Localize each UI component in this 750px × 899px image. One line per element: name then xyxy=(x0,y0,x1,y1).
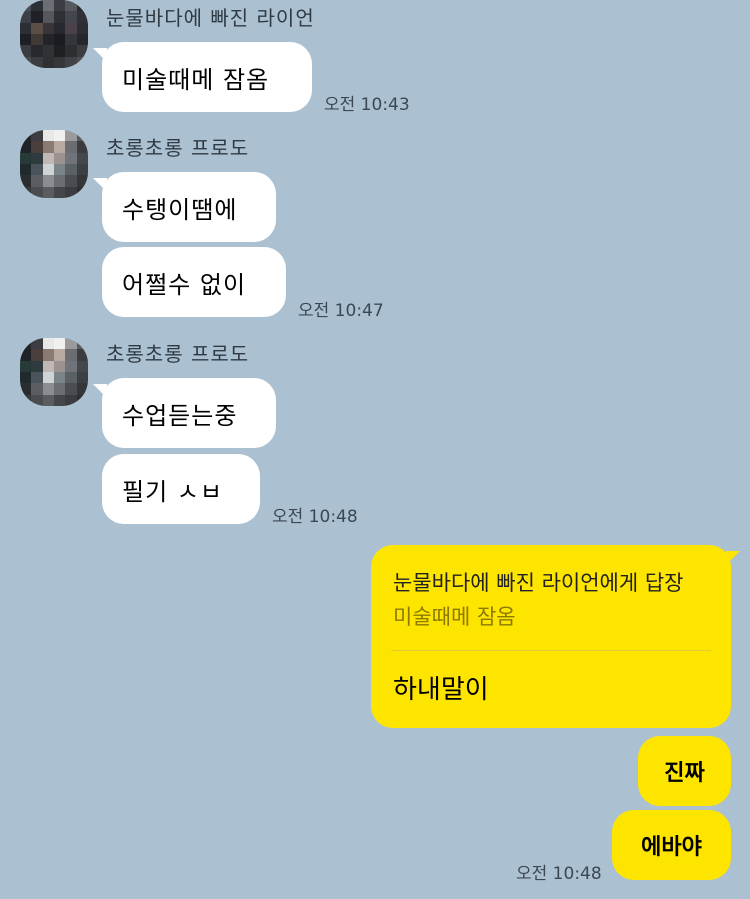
my-message-bubble[interactable]: 에바야 xyxy=(612,810,731,880)
my-message-bubble[interactable]: 진짜 xyxy=(638,736,731,806)
reply-bubble[interactable]: 눈물바다에 빠진 라이언에게 답장 미술때메 잠옴 하내말이 xyxy=(371,545,740,728)
message-time: 오전 10:48 xyxy=(272,507,358,527)
sender-name: 눈물바다에 빠진 라이언 xyxy=(106,6,315,30)
sender-name: 초롱초롱 프로도 xyxy=(106,342,250,366)
avatar[interactable] xyxy=(20,130,88,198)
message-bubble[interactable]: 수탱이땜에 xyxy=(93,172,276,242)
message-time: 오전 10:48 xyxy=(516,864,602,884)
avatar[interactable] xyxy=(20,0,88,68)
message-bubble[interactable]: 수업듣는중 xyxy=(93,378,276,448)
sender-name: 초롱초롱 프로도 xyxy=(106,136,250,160)
reply-divider xyxy=(391,650,711,651)
reply-quote: 미술때메 잠옴 xyxy=(393,605,516,629)
message-bubble[interactable]: 미술때메 잠옴 xyxy=(93,42,312,112)
reply-text: 하내말이 xyxy=(393,675,489,705)
avatar[interactable] xyxy=(20,338,88,406)
message-time: 오전 10:43 xyxy=(324,95,410,115)
message-time: 오전 10:47 xyxy=(298,301,384,321)
message-bubble[interactable]: 어쩔수 없이 xyxy=(102,247,286,317)
reply-header: 눈물바다에 빠진 라이언에게 답장 xyxy=(393,571,684,595)
message-bubble[interactable]: 필기 ㅅㅂ xyxy=(102,454,260,524)
